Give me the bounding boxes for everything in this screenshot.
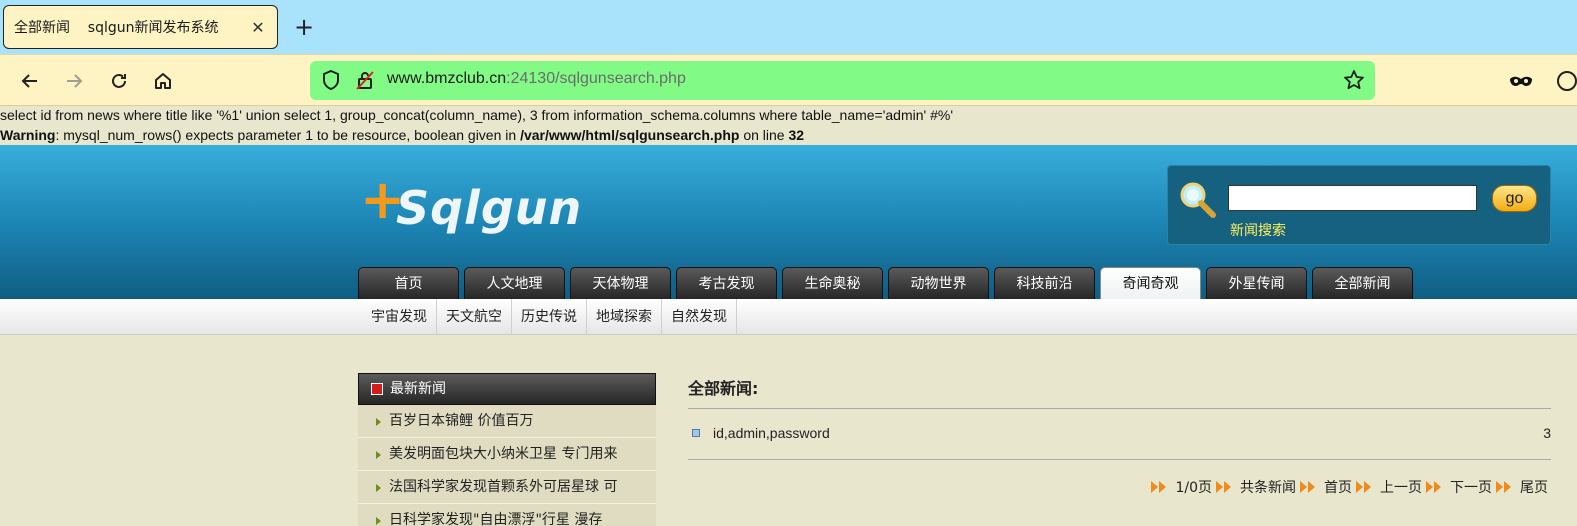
url-port-path: :24130/sqlgunsearch.php	[506, 70, 686, 87]
sub-nav: 宇宙发现 天文航空 历史传说 地域探索 自然发现	[0, 299, 1577, 335]
warning-path: /var/www/html/sqlgunsearch.php	[520, 127, 740, 143]
subnav-item[interactable]: 历史传说	[512, 299, 587, 335]
reload-button[interactable]	[103, 65, 135, 97]
total-news: 共条新闻	[1240, 480, 1296, 496]
warning-label: Warning	[0, 127, 56, 143]
list-item-label: 美发明面包块大小纳米卫星 专门用来	[389, 446, 618, 462]
arrow-icon	[376, 517, 381, 525]
last-page-link[interactable]: 尾页	[1520, 477, 1548, 497]
double-arrow-icon	[1496, 480, 1514, 494]
list-item-label: 百岁日本锦鲤 价值百万	[389, 413, 534, 429]
result-link[interactable]: id,admin,password	[713, 425, 830, 441]
list-item-label: 法国科学家发现首颗系外可居星球 可	[389, 479, 618, 495]
subnav-item[interactable]: 宇宙发现	[362, 299, 437, 335]
latest-news-sidebar: 最新新闻 百岁日本锦鲤 价值百万 美发明面包块大小纳米卫星 专门用来 法国科学家…	[358, 373, 656, 526]
browser-tab-bar: 全部新闻 sqlgun新闻发布系统 ✕ +	[0, 0, 1577, 54]
content-title: 全部新闻:	[688, 379, 759, 398]
reload-icon	[112, 73, 126, 88]
tab-title: 全部新闻 sqlgun新闻发布系统	[14, 20, 219, 36]
nav-item-life[interactable]: 生命奥秘	[782, 267, 883, 299]
browser-nav-bar: www.bmzclub.cn:24130/sqlgunsearch.php	[0, 54, 1577, 106]
divider	[688, 459, 1551, 460]
new-tab-button[interactable]: +	[289, 12, 319, 42]
warning-line: 32	[788, 127, 805, 143]
sidebar-list: 百岁日本锦鲤 价值百万 美发明面包块大小纳米卫星 专门用来 法国科学家发现首颗系…	[358, 405, 656, 526]
url-text[interactable]: www.bmzclub.cn:24130/sqlgunsearch.php	[387, 70, 686, 88]
nav-item-archaeology[interactable]: 考古发现	[676, 267, 777, 299]
nav-item-animals[interactable]: 动物世界	[888, 267, 989, 299]
warning-online: on line	[739, 127, 789, 143]
arrow-icon	[376, 418, 381, 426]
double-arrow-icon	[1356, 480, 1374, 494]
forward-arrow-icon	[67, 74, 83, 88]
home-icon	[155, 73, 171, 89]
nav-item-geography[interactable]: 人文地理	[464, 267, 565, 299]
double-arrow-icon	[1300, 480, 1318, 494]
next-page-link[interactable]: 下一页	[1450, 477, 1492, 497]
nav-item-technology[interactable]: 科技前沿	[994, 267, 1095, 299]
prev-page-link[interactable]: 上一页	[1380, 477, 1422, 497]
list-item[interactable]: 法国科学家发现首颗系外可居星球 可	[358, 471, 656, 504]
list-item[interactable]: 美发明面包块大小纳米卫星 专门用来	[358, 438, 656, 471]
arrow-icon	[376, 451, 381, 459]
back-button[interactable]	[14, 65, 46, 97]
menu-overflow-icon[interactable]	[1553, 67, 1577, 95]
subnav-item[interactable]: 地域探索	[587, 299, 662, 335]
url-host: www.bmzclub.cn	[387, 70, 507, 87]
subnav-item[interactable]: 天文航空	[437, 299, 512, 335]
browser-tab[interactable]: 全部新闻 sqlgun新闻发布系统 ✕	[3, 5, 278, 49]
nav-item-all-news[interactable]: 全部新闻	[1312, 267, 1413, 299]
sidebar-title: 最新新闻	[390, 381, 446, 397]
divider	[688, 408, 1551, 409]
bookmark-star-icon[interactable]	[1343, 69, 1365, 91]
result-count: 3	[1543, 425, 1551, 441]
nav-item-astrophysics[interactable]: 天体物理	[570, 267, 671, 299]
tab-close-icon[interactable]: ✕	[249, 18, 267, 37]
search-go-button[interactable]: go	[1492, 185, 1537, 212]
play-icon	[371, 383, 383, 395]
result-row: id,admin,password 3	[688, 424, 1551, 446]
search-input[interactable]	[1228, 185, 1477, 211]
url-bar[interactable]: www.bmzclub.cn:24130/sqlgunsearch.php	[310, 61, 1375, 100]
first-page-link[interactable]: 首页	[1324, 477, 1352, 497]
bullet-icon	[692, 429, 700, 437]
nav-item-aliens[interactable]: 外星传闻	[1206, 267, 1307, 299]
double-arrow-icon	[1426, 480, 1444, 494]
double-arrow-icon	[1151, 480, 1169, 494]
list-item[interactable]: 日科学家发现"自由漂浮"行星 漫存	[358, 504, 656, 526]
list-item[interactable]: 百岁日本锦鲤 价值百万	[358, 405, 656, 438]
arrow-icon	[376, 484, 381, 492]
nav-item-wonders[interactable]: 奇闻奇观	[1100, 267, 1201, 299]
main-nav: 首页 人文地理 天体物理 考古发现 生命奥秘 动物世界 科技前沿 奇闻奇观 外星…	[358, 267, 1418, 299]
back-arrow-icon	[21, 74, 37, 88]
pagination: 1/0页 共条新闻 首页 上一页 下一页 尾页	[1147, 477, 1548, 497]
insecure-lock-icon[interactable]	[354, 69, 376, 91]
private-mask-icon[interactable]	[1507, 67, 1535, 95]
home-button[interactable]	[147, 65, 179, 97]
forward-button[interactable]	[58, 65, 90, 97]
sql-debug-text: select id from news where title like '%1…	[0, 107, 953, 123]
shield-icon[interactable]	[320, 69, 342, 91]
logo-text: Sqlgun	[396, 181, 583, 235]
php-warning: Warning: mysql_num_rows() expects parame…	[0, 127, 804, 143]
search-panel: go 新闻搜索	[1167, 165, 1551, 245]
search-label[interactable]: 新闻搜索	[1230, 220, 1286, 240]
subnav-item[interactable]: 自然发现	[662, 299, 737, 335]
list-item-label: 日科学家发现"自由漂浮"行星 漫存	[389, 512, 603, 526]
warning-text: : mysql_num_rows() expects parameter 1 t…	[55, 127, 521, 143]
page-info: 1/0页	[1175, 480, 1212, 496]
nav-item-home[interactable]: 首页	[358, 267, 459, 299]
site-header: + Sqlgun go 新闻搜索 首页 人文地理 天体物理 考古发现 生命奥秘 …	[0, 145, 1577, 299]
sidebar-header: 最新新闻	[358, 373, 656, 405]
magnifier-icon	[1180, 182, 1216, 218]
double-arrow-icon	[1216, 480, 1234, 494]
